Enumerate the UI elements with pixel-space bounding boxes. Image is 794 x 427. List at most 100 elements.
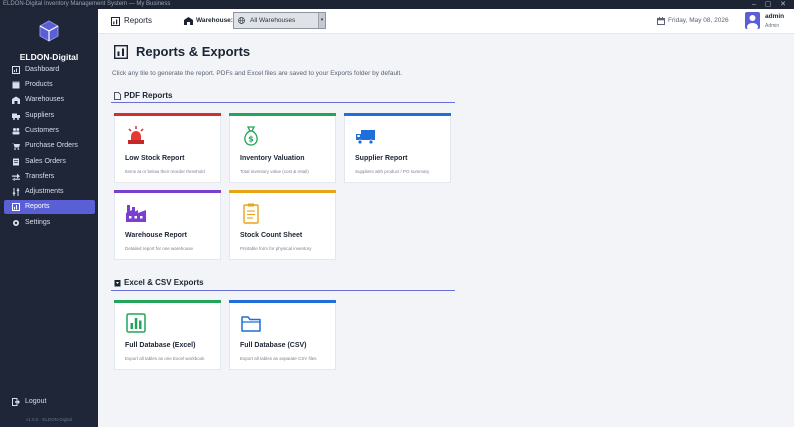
sidebar-item-label: Products bbox=[25, 81, 53, 88]
card-description: Printable form for physical inventory bbox=[240, 246, 312, 251]
sidebar-item-warehouses[interactable]: Warehouses bbox=[4, 93, 95, 107]
card-accent-bar bbox=[114, 113, 221, 116]
card-title: Full Database (Excel) bbox=[125, 342, 196, 349]
money-bag-icon: $ bbox=[244, 126, 258, 146]
sidebar-item-label: Sales Orders bbox=[25, 158, 66, 165]
cube-logo-icon bbox=[39, 20, 59, 42]
document-icon bbox=[114, 92, 121, 100]
report-card-warehouse[interactable]: Warehouse Report Detailed report for one… bbox=[114, 190, 221, 260]
sidebar-item-label: Dashboard bbox=[25, 66, 60, 73]
sliders-icon bbox=[12, 188, 20, 196]
calendar-icon bbox=[657, 17, 665, 25]
card-description: Detailed report for one warehouse bbox=[125, 246, 194, 251]
delivery-truck-icon bbox=[356, 130, 375, 145]
report-card-low-stock[interactable]: Low Stock Report Items at or below their… bbox=[114, 113, 221, 183]
warehouse-icon bbox=[12, 96, 20, 104]
avatar[interactable] bbox=[745, 12, 760, 29]
sidebar-item-suppliers[interactable]: Suppliers bbox=[4, 109, 95, 123]
report-icon bbox=[12, 203, 20, 211]
card-description: Export all tables as separate CSV files bbox=[240, 356, 317, 361]
sidebar-item-label: Adjustments bbox=[25, 188, 64, 195]
report-card-inventory-valuation[interactable]: $ Inventory Valuation Total inventory va… bbox=[229, 113, 336, 183]
user-icon bbox=[747, 15, 758, 29]
globe-icon bbox=[238, 17, 245, 24]
top-bar: Reports Warehouse: All Warehouses ▾ Frid… bbox=[98, 9, 794, 34]
spreadsheet-chart-icon bbox=[126, 313, 146, 333]
sidebar-item-sales-orders[interactable]: Sales Orders bbox=[4, 155, 95, 169]
sidebar-item-label: Customers bbox=[25, 127, 59, 134]
sidebar-item-dashboard[interactable]: Dashboard bbox=[4, 63, 95, 77]
card-description: Items at or below their reorder threshol… bbox=[125, 169, 205, 174]
card-accent-bar bbox=[229, 190, 336, 193]
card-accent-bar bbox=[114, 300, 221, 303]
card-title: Stock Count Sheet bbox=[240, 232, 303, 239]
warehouse-label: Warehouse: bbox=[196, 17, 233, 24]
sidebar-item-label: Purchase Orders bbox=[25, 142, 78, 149]
sidebar-item-adjustments[interactable]: Adjustments bbox=[4, 185, 95, 199]
cart-icon bbox=[12, 143, 20, 150]
card-title: Low Stock Report bbox=[125, 155, 185, 162]
section-title-excel: Excel & CSV Exports bbox=[124, 278, 204, 287]
page-title: Reports & Exports bbox=[136, 44, 251, 59]
brand-name: ELDON-Digital bbox=[19, 52, 79, 62]
section-divider bbox=[111, 290, 455, 291]
page-subtitle: Click any tile to generate the report. P… bbox=[112, 70, 403, 77]
card-accent-bar bbox=[229, 300, 336, 303]
report-icon bbox=[111, 17, 120, 26]
card-accent-bar bbox=[114, 190, 221, 193]
users-icon bbox=[12, 128, 20, 135]
user-name: admin bbox=[765, 13, 785, 20]
sidebar-item-settings[interactable]: Settings bbox=[4, 216, 95, 230]
receipt-icon bbox=[13, 158, 19, 166]
report-icon bbox=[114, 45, 128, 59]
export-card-excel[interactable]: Full Database (Excel) Export all tables … bbox=[114, 300, 221, 370]
sidebar-item-transfers[interactable]: Transfers bbox=[4, 170, 95, 184]
sidebar-item-label: Suppliers bbox=[25, 112, 55, 119]
sidebar: ELDON-Digital Dashboard Products Warehou… bbox=[0, 9, 98, 427]
maximize-button[interactable]: ▢ bbox=[761, 0, 775, 9]
transfer-icon bbox=[12, 173, 20, 181]
window-titlebar: ELDON-Digital Inventory Management Syste… bbox=[0, 0, 794, 9]
warehouse-select[interactable]: All Warehouses ▾ bbox=[233, 12, 326, 29]
sidebar-item-purchase-orders[interactable]: Purchase Orders bbox=[4, 139, 95, 153]
box-icon bbox=[12, 81, 20, 89]
sidebar-item-label: Transfers bbox=[25, 173, 55, 180]
logout-button[interactable]: Logout bbox=[4, 395, 95, 409]
sidebar-item-label: Reports bbox=[25, 203, 50, 210]
report-card-stock-count[interactable]: Stock Count Sheet Printable form for phy… bbox=[229, 190, 336, 260]
chevron-down-icon[interactable]: ▾ bbox=[318, 13, 325, 28]
card-accent-bar bbox=[344, 113, 451, 116]
truck-icon bbox=[12, 113, 20, 120]
sidebar-item-customers[interactable]: Customers bbox=[4, 124, 95, 138]
clipboard-icon bbox=[243, 203, 259, 224]
gear-icon bbox=[13, 220, 19, 226]
alarm-icon bbox=[128, 126, 144, 144]
current-date: Friday, May 08, 2026 bbox=[668, 17, 729, 24]
user-role: Admin bbox=[765, 23, 780, 29]
warehouse-icon bbox=[184, 17, 193, 25]
sidebar-item-reports[interactable]: Reports bbox=[4, 200, 95, 214]
window-title: ELDON-Digital Inventory Management Syste… bbox=[3, 1, 171, 7]
logout-icon bbox=[12, 398, 20, 406]
card-title: Supplier Report bbox=[355, 155, 408, 162]
sidebar-item-label: Settings bbox=[25, 219, 51, 226]
card-title: Inventory Valuation bbox=[240, 155, 305, 162]
svg-text:$: $ bbox=[248, 135, 254, 144]
warehouse-select-value: All Warehouses bbox=[250, 17, 296, 24]
card-title: Full Database (CSV) bbox=[240, 342, 307, 349]
download-box-icon bbox=[114, 280, 121, 287]
section-divider bbox=[111, 102, 455, 103]
card-description: Suppliers with product / PO summary bbox=[355, 169, 430, 174]
export-card-csv[interactable]: Full Database (CSV) Export all tables as… bbox=[229, 300, 336, 370]
section-title-pdf: PDF Reports bbox=[124, 91, 173, 100]
sidebar-item-products[interactable]: Products bbox=[4, 78, 95, 92]
version-text: v1.0.0 · ELDON-Digital bbox=[26, 417, 72, 422]
dashboard-icon bbox=[12, 66, 20, 74]
close-button[interactable]: ✕ bbox=[776, 0, 790, 9]
card-description: Export all tables as one Excel workbook bbox=[125, 356, 205, 361]
card-accent-bar bbox=[229, 113, 336, 116]
sidebar-item-label: Warehouses bbox=[25, 96, 65, 103]
factory-icon bbox=[126, 205, 146, 222]
report-card-supplier[interactable]: Supplier Report Suppliers with product /… bbox=[344, 113, 451, 183]
minimize-button[interactable]: – bbox=[747, 0, 761, 9]
